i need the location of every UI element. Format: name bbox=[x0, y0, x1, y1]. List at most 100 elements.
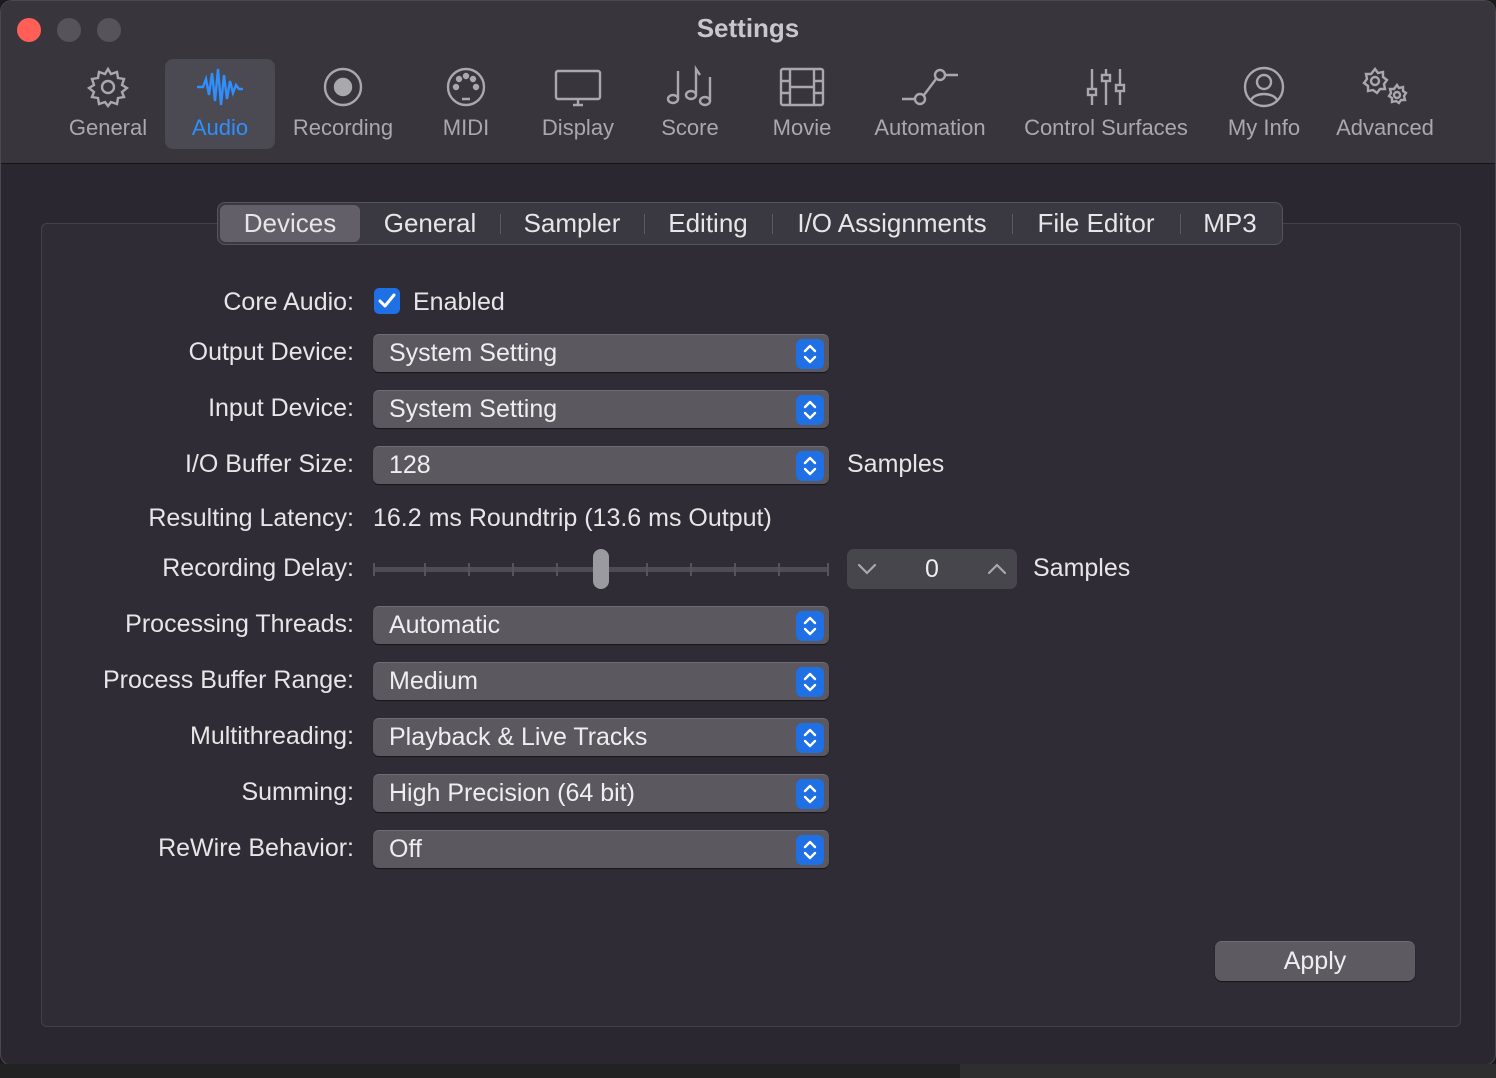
slider-tick bbox=[468, 563, 470, 576]
tab-devices[interactable]: Devices bbox=[220, 205, 360, 242]
toolbar-label: Advanced bbox=[1336, 115, 1434, 140]
user-circle-icon bbox=[1242, 59, 1286, 115]
recording-delay-label: Recording Delay: bbox=[162, 554, 354, 582]
toolbar-my-info[interactable]: My Info bbox=[1221, 59, 1307, 149]
settings-window: Settings General Audio Recording MIDI Di… bbox=[0, 0, 1496, 1066]
toolbar-recording[interactable]: Recording bbox=[285, 59, 401, 149]
buffer-size-popup[interactable]: 128 bbox=[373, 446, 829, 484]
toolbar-control-surfaces[interactable]: Control Surfaces bbox=[1015, 59, 1197, 149]
display-icon bbox=[553, 59, 603, 115]
updown-chevron-icon bbox=[796, 611, 824, 641]
slider-tick bbox=[734, 563, 736, 576]
gear-icon bbox=[86, 59, 130, 115]
buffer-size-label: I/O Buffer Size: bbox=[184, 450, 354, 478]
tab-editing[interactable]: Editing bbox=[644, 205, 772, 242]
updown-chevron-icon bbox=[796, 339, 824, 369]
toolbar-automation[interactable]: Automation bbox=[867, 59, 993, 149]
slider-tick bbox=[778, 563, 780, 576]
delay-value[interactable]: 0 bbox=[887, 549, 977, 589]
sliders-icon bbox=[1084, 59, 1128, 115]
audio-tabs: Devices General Sampler Editing I/O Assi… bbox=[217, 202, 1283, 245]
toolbar-advanced[interactable]: Advanced bbox=[1329, 59, 1441, 149]
summing-label: Summing: bbox=[241, 778, 354, 806]
decrement-button[interactable] bbox=[847, 549, 887, 589]
recording-delay-stepper[interactable]: 0 bbox=[847, 549, 1017, 589]
toolbar-label: Control Surfaces bbox=[1024, 115, 1188, 140]
automation-curve-icon bbox=[900, 59, 960, 115]
popup-value: System Setting bbox=[389, 395, 558, 423]
chevron-up-icon bbox=[987, 563, 1007, 575]
core-audio-label: Core Audio: bbox=[223, 288, 354, 316]
toolbar-score[interactable]: Score bbox=[651, 59, 729, 149]
processing-threads-label: Processing Threads: bbox=[125, 610, 354, 638]
process-buffer-range-popup[interactable]: Medium bbox=[373, 662, 829, 700]
toolbar-label: Automation bbox=[874, 115, 986, 140]
latency-label: Resulting Latency: bbox=[148, 504, 354, 532]
multithreading-label: Multithreading: bbox=[190, 722, 354, 750]
slider-tick bbox=[512, 563, 514, 576]
core-audio-checkbox[interactable] bbox=[374, 288, 400, 314]
slider-thumb[interactable] bbox=[593, 549, 609, 589]
window-title: Settings bbox=[696, 13, 800, 43]
updown-chevron-icon bbox=[796, 779, 824, 809]
tab-mp3[interactable]: MP3 bbox=[1180, 205, 1280, 242]
record-icon bbox=[321, 59, 365, 115]
toolbar-general[interactable]: General bbox=[57, 59, 159, 149]
process-buffer-range-label: Process Buffer Range: bbox=[102, 666, 354, 694]
latency-value: 16.2 ms Roundtrip (13.6 ms Output) bbox=[373, 504, 772, 532]
toolbar-label: Movie bbox=[772, 115, 832, 140]
toolbar-label: MIDI bbox=[442, 115, 490, 140]
slider-tick bbox=[556, 563, 558, 576]
updown-chevron-icon bbox=[796, 835, 824, 865]
music-notes-icon bbox=[665, 59, 715, 115]
toolbar-label: General bbox=[68, 115, 148, 140]
input-device-popup[interactable]: System Setting bbox=[373, 390, 829, 428]
delay-unit-label: Samples bbox=[1033, 554, 1131, 582]
core-audio-enabled-label[interactable]: Enabled bbox=[413, 282, 505, 322]
increment-button[interactable] bbox=[977, 549, 1017, 589]
toolbar-label: Score bbox=[661, 115, 719, 140]
popup-value: Off bbox=[389, 835, 422, 863]
slider-tick bbox=[827, 563, 829, 576]
popup-value: High Precision (64 bit) bbox=[389, 779, 635, 807]
updown-chevron-icon bbox=[796, 667, 824, 697]
toolbar-label: Recording bbox=[292, 115, 394, 140]
toolbar-midi[interactable]: MIDI bbox=[431, 59, 501, 149]
slider-tick bbox=[690, 563, 692, 576]
waveform-icon bbox=[195, 59, 245, 115]
toolbar-audio[interactable]: Audio bbox=[165, 59, 275, 149]
tab-general[interactable]: General bbox=[360, 205, 500, 242]
toolbar-label: Audio bbox=[191, 115, 249, 140]
tab-file-editor[interactable]: File Editor bbox=[1012, 205, 1180, 242]
toolbar-movie[interactable]: Movie bbox=[763, 59, 841, 149]
title-bar: Settings General Audio Recording MIDI Di… bbox=[1, 1, 1495, 164]
popup-value: 128 bbox=[389, 451, 431, 479]
summing-popup[interactable]: High Precision (64 bit) bbox=[373, 774, 829, 812]
popup-value: Playback & Live Tracks bbox=[389, 723, 648, 751]
slider-tick bbox=[373, 563, 375, 576]
checkmark-icon bbox=[378, 293, 396, 308]
tab-io-assignments[interactable]: I/O Assignments bbox=[772, 205, 1012, 242]
chevron-down-icon bbox=[857, 563, 877, 575]
rewire-behavior-popup[interactable]: Off bbox=[373, 830, 829, 868]
popup-value: System Setting bbox=[389, 339, 558, 367]
popup-value: Medium bbox=[389, 667, 478, 695]
recording-delay-slider[interactable] bbox=[373, 549, 831, 589]
processing-threads-popup[interactable]: Automatic bbox=[373, 606, 829, 644]
output-device-label: Output Device: bbox=[188, 338, 354, 366]
updown-chevron-icon bbox=[796, 395, 824, 425]
popup-value: Automatic bbox=[389, 611, 501, 639]
slider-tick bbox=[424, 563, 426, 576]
toolbar-display[interactable]: Display bbox=[531, 59, 625, 149]
toolbar-label: Display bbox=[541, 115, 615, 140]
tab-sampler[interactable]: Sampler bbox=[500, 205, 644, 242]
toolbar-label: My Info bbox=[1227, 115, 1301, 140]
apply-button[interactable]: Apply bbox=[1215, 941, 1415, 981]
slider-tick bbox=[646, 563, 648, 576]
multithreading-popup[interactable]: Playback & Live Tracks bbox=[373, 718, 829, 756]
gears-icon bbox=[1357, 59, 1413, 115]
input-device-label: Input Device: bbox=[208, 394, 354, 422]
buffer-unit-label: Samples bbox=[847, 450, 945, 478]
background-document bbox=[960, 1064, 1496, 1078]
output-device-popup[interactable]: System Setting bbox=[373, 334, 829, 372]
